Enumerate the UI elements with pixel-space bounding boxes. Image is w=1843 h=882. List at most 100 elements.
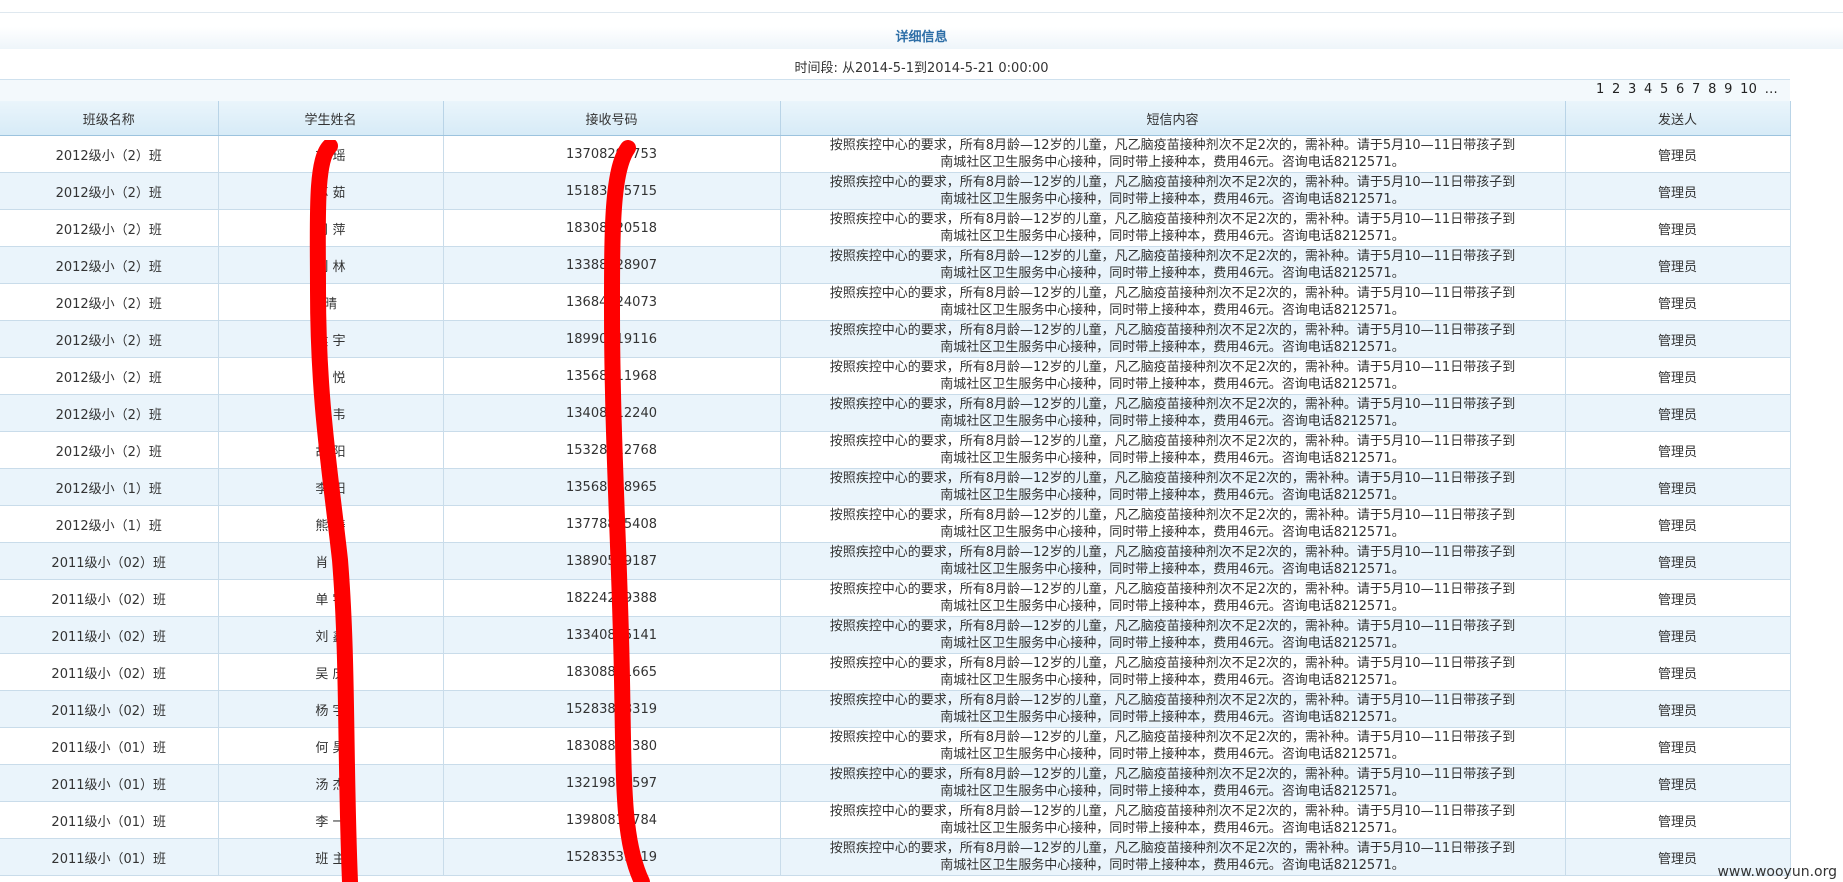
sender-cell: 管理员 xyxy=(1565,283,1791,321)
table-row: 2012级小（2）班侯 宇 18990419116 按照疾控中心的要求，所有8月龄—… xyxy=(0,320,1791,358)
class-cell: 2011级小（02）班 xyxy=(0,579,219,617)
message-line-1: 按照疾控中心的要求，所有8月龄—12岁的儿童，凡乙脑疫苗接种剂次不足2次的，需补… xyxy=(829,656,1516,671)
message-line-1: 按照疾控中心的要求，所有8月龄—12岁的儿童，凡乙脑疫苗接种剂次不足2次的，需补… xyxy=(829,471,1516,486)
sender-cell: 管理员 xyxy=(1565,209,1791,247)
table-row: 2012级小（2）班刘 瑶 13708293753 按照疾控中心的要求，所有8月龄—… xyxy=(0,135,1791,173)
message-line-1: 按照疾控中心的要求，所有8月龄—12岁的儿童，凡乙脑疫苗接种剂次不足2次的，需补… xyxy=(829,434,1516,449)
table-body: 2012级小（2）班刘 瑶 13708293753 按照疾控中心的要求，所有8月龄—… xyxy=(0,135,1791,876)
message-line-2: 南城社区卫生服务中心接种，同时带上接种本，费用46元。咨询电话8212571。 xyxy=(940,710,1405,725)
class-cell: 2011级小（02）班 xyxy=(0,653,219,691)
class-cell: 2012级小（2）班 xyxy=(0,431,219,469)
sender-cell: 管理员 xyxy=(1565,357,1791,395)
header-phone-number[interactable]: 接收号码 xyxy=(443,101,781,136)
message-line-2: 南城社区卫生服务中心接种，同时带上接种本，费用46元。咨询电话8212571。 xyxy=(940,858,1405,873)
message-line-1: 按照疾控中心的要求，所有8月龄—12岁的儿童，凡乙脑疫苗接种剂次不足2次的，需补… xyxy=(829,508,1516,523)
header-class[interactable]: 班级名称 xyxy=(0,101,219,136)
page-link-3[interactable]: 3 xyxy=(1628,82,1637,97)
message-line-2: 南城社区卫生服务中心接种，同时带上接种本，费用46元。咨询电话8212571。 xyxy=(940,229,1405,244)
table-row: 2011级小（02）班单 宇 18224219388 按照疾控中心的要求，所有8月龄… xyxy=(0,579,1791,617)
message-cell: 按照疾控中心的要求，所有8月龄—12岁的儿童，凡乙脑疫苗接种剂次不足2次的，需补… xyxy=(780,394,1566,432)
message-line-1: 按照疾控中心的要求，所有8月龄—12岁的儿童，凡乙脑疫苗接种剂次不足2次的，需补… xyxy=(829,841,1516,856)
page-link-more[interactable]: ... xyxy=(1765,82,1778,97)
table-row: 2011级小（01）班汤 杰 13219827597 按照疾控中心的要求，所有8月龄… xyxy=(0,764,1791,802)
header-message[interactable]: 短信内容 xyxy=(780,101,1566,136)
table-row: 2012级小（2）班刘 林 13388828907 按照疾控中心的要求，所有8月龄—… xyxy=(0,246,1791,284)
class-cell: 2012级小（1）班 xyxy=(0,505,219,543)
phone-number-cell: 15328812768 xyxy=(443,431,781,469)
message-line-2: 南城社区卫生服务中心接种，同时带上接种本，费用46元。咨询电话8212571。 xyxy=(940,747,1405,762)
student-name-cell: 周 萍 xyxy=(218,209,444,247)
header-student-name[interactable]: 学生姓名 xyxy=(218,101,444,136)
table-row: 2012级小（2）班周 萍 18308120518 按照疾控中心的要求，所有8月龄—… xyxy=(0,209,1791,247)
message-line-1: 按照疾控中心的要求，所有8月龄—12岁的儿童，凡乙脑疫苗接种剂次不足2次的，需补… xyxy=(829,619,1516,634)
message-cell: 按照疾控中心的要求，所有8月龄—12岁的儿童，凡乙脑疫苗接种剂次不足2次的，需补… xyxy=(780,246,1566,284)
message-line-1: 按照疾控中心的要求，所有8月龄—12岁的儿童，凡乙脑疫苗接种剂次不足2次的，需补… xyxy=(829,212,1516,227)
sms-detail-table: 班级名称 学生姓名 接收号码 短信内容 发送人 2012级小（2）班刘 瑶 137… xyxy=(0,101,1791,876)
page-link-8[interactable]: 8 xyxy=(1708,82,1717,97)
message-line-2: 南城社区卫生服务中心接种，同时带上接种本，费用46元。咨询电话8212571。 xyxy=(940,525,1405,540)
message-line-1: 按照疾控中心的要求，所有8月龄—12岁的儿童，凡乙脑疫苗接种剂次不足2次的，需补… xyxy=(829,249,1516,264)
message-cell: 按照疾控中心的要求，所有8月龄—12岁的儿童，凡乙脑疫苗接种剂次不足2次的，需补… xyxy=(780,172,1566,210)
message-line-1: 按照疾控中心的要求，所有8月龄—12岁的儿童，凡乙脑疫苗接种剂次不足2次的，需补… xyxy=(829,693,1516,708)
message-cell: 按照疾控中心的要求，所有8月龄—12岁的儿童，凡乙脑疫苗接种剂次不足2次的，需补… xyxy=(780,653,1566,691)
message-cell: 按照疾控中心的要求，所有8月龄—12岁的儿童，凡乙脑疫苗接种剂次不足2次的，需补… xyxy=(780,320,1566,358)
pagination: 1 2 3 4 5 6 7 8 9 10 ... xyxy=(1593,82,1778,97)
header-sender[interactable]: 发送人 xyxy=(1565,101,1791,136)
phone-number-cell: 13684124073 xyxy=(443,283,781,321)
phone-number-cell: 15283818319 xyxy=(443,690,781,728)
page-link-5[interactable]: 5 xyxy=(1660,82,1669,97)
message-line-1: 按照疾控中心的要求，所有8月龄—12岁的儿童，凡乙脑疫苗接种剂次不足2次的，需补… xyxy=(829,175,1516,190)
phone-number-cell: 13568828965 xyxy=(443,468,781,506)
table-row: 2011级小（01）班班 主 15283539519 按照疾控中心的要求，所有8月龄… xyxy=(0,838,1791,876)
table-row: 2012级小（2）班胡 阳 15328812768 按照疾控中心的要求，所有8月龄—… xyxy=(0,431,1791,469)
message-line-2: 南城社区卫生服务中心接种，同时带上接种本，费用46元。咨询电话8212571。 xyxy=(940,192,1405,207)
message-line-2: 南城社区卫生服务中心接种，同时带上接种本，费用46元。咨询电话8212571。 xyxy=(940,636,1405,651)
page-link-9[interactable]: 9 xyxy=(1724,82,1733,97)
message-line-2: 南城社区卫生服务中心接种，同时带上接种本，费用46元。咨询电话8212571。 xyxy=(940,488,1405,503)
sender-cell: 管理员 xyxy=(1565,579,1791,617)
page-link-2[interactable]: 2 xyxy=(1612,82,1621,97)
top-divider xyxy=(0,12,1843,13)
message-line-2: 南城社区卫生服务中心接种，同时带上接种本，费用46元。咨询电话8212571。 xyxy=(940,266,1405,281)
message-cell: 按照疾控中心的要求，所有8月龄—12岁的儿童，凡乙脑疫苗接种剂次不足2次的，需补… xyxy=(780,431,1566,469)
student-name-cell: 班 主 xyxy=(218,838,444,876)
student-name-cell: 吴 庆 xyxy=(218,653,444,691)
period-label: 时间段: 从2014-5-1到2014-5-21 0:00:00 xyxy=(794,61,1049,76)
student-name-cell: 晴 xyxy=(218,283,444,321)
watermark: www.wooyun.org xyxy=(1717,864,1837,880)
phone-number-cell: 13890519187 xyxy=(443,542,781,580)
class-cell: 2012级小（2）班 xyxy=(0,135,219,173)
message-line-2: 南城社区卫生服务中心接种，同时带上接种本，费用46元。咨询电话8212571。 xyxy=(940,340,1405,355)
student-name-cell: 李 阳 xyxy=(218,468,444,506)
message-cell: 按照疾控中心的要求，所有8月龄—12岁的儿童，凡乙脑疫苗接种剂次不足2次的，需补… xyxy=(780,135,1566,173)
page-link-10[interactable]: 10 xyxy=(1740,82,1757,97)
phone-number-cell: 13568811968 xyxy=(443,357,781,395)
page-title: 详细信息 xyxy=(0,27,1843,49)
sender-cell: 管理员 xyxy=(1565,801,1791,839)
pager-bar: 1 2 3 4 5 6 7 8 9 10 ... xyxy=(0,79,1790,102)
class-cell: 2012级小（2）班 xyxy=(0,394,219,432)
student-name-cell: 唐 悦 xyxy=(218,357,444,395)
student-name-cell: 何 昊 xyxy=(218,727,444,765)
phone-number-cell: 18308835380 xyxy=(443,727,781,765)
message-cell: 按照疾控中心的要求，所有8月龄—12岁的儿童，凡乙脑疫苗接种剂次不足2次的，需补… xyxy=(780,690,1566,728)
page-link-1[interactable]: 1 xyxy=(1596,82,1605,97)
sender-cell: 管理员 xyxy=(1565,727,1791,765)
message-cell: 按照疾控中心的要求，所有8月龄—12岁的儿童，凡乙脑疫苗接种剂次不足2次的，需补… xyxy=(780,505,1566,543)
class-cell: 2011级小（01）班 xyxy=(0,764,219,802)
class-cell: 2012级小（2）班 xyxy=(0,172,219,210)
student-name-cell: 黄 韦 xyxy=(218,394,444,432)
page-link-4[interactable]: 4 xyxy=(1644,82,1653,97)
sender-cell: 管理员 xyxy=(1565,616,1791,654)
message-line-2: 南城社区卫生服务中心接种，同时带上接种本，费用46元。咨询电话8212571。 xyxy=(940,377,1405,392)
table-row: 2012级小（2）班黄 韦 13408812240 按照疾控中心的要求，所有8月龄—… xyxy=(0,394,1791,432)
page-link-7[interactable]: 7 xyxy=(1692,82,1701,97)
table-row: 2011级小（02）班杨 宇 15283818319 按照疾控中心的要求，所有8月龄… xyxy=(0,690,1791,728)
sender-cell: 管理员 xyxy=(1565,542,1791,580)
table-row: 2011级小（01）班李 一 13980815784 按照疾控中心的要求，所有8月龄… xyxy=(0,801,1791,839)
message-line-1: 按照疾控中心的要求，所有8月龄—12岁的儿童，凡乙脑疫苗接种剂次不足2次的，需补… xyxy=(829,286,1516,301)
page-link-6[interactable]: 6 xyxy=(1676,82,1685,97)
class-cell: 2011级小（02）班 xyxy=(0,690,219,728)
phone-number-cell: 13708293753 xyxy=(443,135,781,173)
student-name-cell: 刘 林 xyxy=(218,246,444,284)
